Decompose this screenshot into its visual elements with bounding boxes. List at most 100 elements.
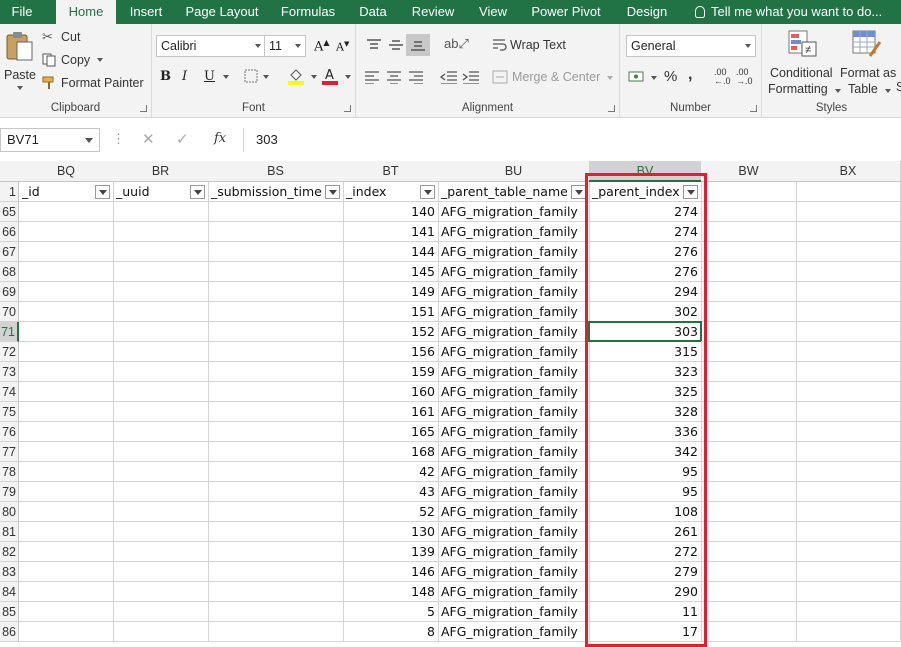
table-cell[interactable] xyxy=(796,262,901,282)
table-cell[interactable] xyxy=(796,602,901,622)
table-cell[interactable] xyxy=(208,442,344,462)
table-cell[interactable] xyxy=(796,302,901,322)
increase-indent-icon[interactable] xyxy=(462,70,480,84)
row-header[interactable]: 1 xyxy=(0,182,19,202)
number-launcher-icon[interactable] xyxy=(750,105,757,112)
format-as-table-button[interactable]: Format as Table xyxy=(838,28,898,98)
table-cell[interactable]: AFG_migration_family xyxy=(438,442,590,462)
table-cell[interactable] xyxy=(701,202,797,222)
tab-view[interactable]: View xyxy=(470,0,516,24)
table-cell[interactable]: AFG_migration_family xyxy=(438,362,590,382)
table-cell[interactable]: 294 xyxy=(589,282,702,302)
column-header-selected[interactable]: BV xyxy=(589,161,702,182)
table-cell[interactable]: AFG_migration_family xyxy=(438,562,590,582)
tab-insert[interactable]: Insert xyxy=(120,0,172,24)
table-cell[interactable] xyxy=(19,222,114,242)
table-cell[interactable]: 279 xyxy=(589,562,702,582)
table-cell[interactable]: AFG_migration_family xyxy=(438,542,590,562)
table-cell[interactable] xyxy=(113,462,209,482)
filter-dropdown-icon[interactable] xyxy=(95,185,110,199)
table-cell[interactable] xyxy=(19,522,114,542)
table-cell[interactable] xyxy=(208,202,344,222)
table-cell[interactable]: AFG_migration_family xyxy=(438,502,590,522)
enter-icon[interactable]: ✓ xyxy=(176,130,189,148)
table-cell[interactable] xyxy=(208,482,344,502)
table-cell[interactable] xyxy=(796,462,901,482)
table-cell[interactable]: AFG_migration_family xyxy=(438,482,590,502)
table-cell[interactable] xyxy=(701,282,797,302)
header-cell[interactable] xyxy=(796,182,901,202)
insert-function-icon[interactable]: fx xyxy=(214,131,226,146)
tab-data[interactable]: Data xyxy=(350,0,396,24)
table-cell[interactable] xyxy=(19,602,114,622)
table-cell[interactable] xyxy=(19,242,114,262)
filter-dropdown-icon[interactable] xyxy=(571,185,586,199)
table-cell[interactable]: AFG_migration_family xyxy=(438,422,590,442)
table-cell[interactable] xyxy=(208,542,344,562)
header-cell[interactable] xyxy=(701,182,797,202)
fill-color-dropdown-icon[interactable] xyxy=(311,75,317,79)
copy-button[interactable]: Copy xyxy=(42,52,112,70)
align-top-icon[interactable] xyxy=(366,38,382,52)
table-cell[interactable] xyxy=(796,482,901,502)
table-cell[interactable]: AFG_migration_family xyxy=(438,282,590,302)
table-cell[interactable]: AFG_migration_family xyxy=(438,242,590,262)
table-cell[interactable] xyxy=(208,302,344,322)
cell-styles-button[interactable]: S xyxy=(896,80,901,94)
column-header[interactable]: BT xyxy=(343,161,439,182)
table-cell[interactable] xyxy=(208,622,344,642)
row-header[interactable]: 68 xyxy=(0,262,19,282)
table-cell[interactable]: 276 xyxy=(589,242,702,262)
decrease-decimal-icon[interactable]: .00 →.0 xyxy=(736,68,753,86)
table-cell[interactable]: 323 xyxy=(589,362,702,382)
table-cell[interactable] xyxy=(796,202,901,222)
table-cell[interactable] xyxy=(19,622,114,642)
table-cell[interactable]: AFG_migration_family xyxy=(438,322,590,342)
filter-dropdown-icon[interactable] xyxy=(190,185,205,199)
percent-style-button[interactable]: % xyxy=(664,68,677,85)
table-cell[interactable] xyxy=(796,622,901,642)
font-size-combo[interactable]: 11 xyxy=(264,35,306,57)
fill-color-icon[interactable] xyxy=(288,67,304,85)
underline-icon[interactable]: U xyxy=(204,69,215,84)
table-cell[interactable] xyxy=(701,442,797,462)
row-header[interactable]: 86 xyxy=(0,622,19,642)
table-cell[interactable]: 274 xyxy=(589,222,702,242)
table-cell[interactable] xyxy=(701,382,797,402)
table-cell[interactable]: 141 xyxy=(343,222,439,242)
table-cell[interactable]: 161 xyxy=(343,402,439,422)
table-cell[interactable] xyxy=(796,502,901,522)
table-cell[interactable] xyxy=(796,522,901,542)
table-cell[interactable]: AFG_migration_family xyxy=(438,342,590,362)
table-cell[interactable] xyxy=(796,322,901,342)
table-cell[interactable] xyxy=(701,362,797,382)
row-header[interactable]: 69 xyxy=(0,282,19,302)
table-cell[interactable]: 95 xyxy=(589,482,702,502)
table-cell[interactable] xyxy=(796,342,901,362)
table-cell[interactable]: 152 xyxy=(343,322,439,342)
table-cell[interactable] xyxy=(19,422,114,442)
cancel-icon[interactable]: ✕ xyxy=(142,130,155,148)
table-cell[interactable]: 159 xyxy=(343,362,439,382)
table-cell[interactable] xyxy=(701,542,797,562)
header-cell[interactable]: _parent_table_name xyxy=(438,182,590,202)
table-cell[interactable] xyxy=(701,462,797,482)
table-cell[interactable] xyxy=(701,422,797,442)
orientation-icon[interactable]: ab⤢ xyxy=(444,36,469,52)
table-cell[interactable] xyxy=(796,382,901,402)
table-cell[interactable] xyxy=(701,402,797,422)
table-cell[interactable] xyxy=(796,422,901,442)
table-cell[interactable] xyxy=(113,382,209,402)
accounting-format-icon[interactable] xyxy=(628,70,646,84)
row-header[interactable]: 67 xyxy=(0,242,19,262)
clipboard-launcher-icon[interactable] xyxy=(140,105,147,112)
table-cell[interactable]: 52 xyxy=(343,502,439,522)
header-cell[interactable]: _parent_index xyxy=(589,182,702,202)
table-cell[interactable] xyxy=(113,522,209,542)
font-color-dropdown-icon[interactable] xyxy=(345,75,351,79)
table-cell[interactable] xyxy=(208,282,344,302)
font-name-combo[interactable]: Calibri xyxy=(156,35,266,57)
table-cell[interactable] xyxy=(701,242,797,262)
wrap-text-button[interactable]: Wrap Text xyxy=(510,38,590,56)
table-cell[interactable]: 274 xyxy=(589,202,702,222)
